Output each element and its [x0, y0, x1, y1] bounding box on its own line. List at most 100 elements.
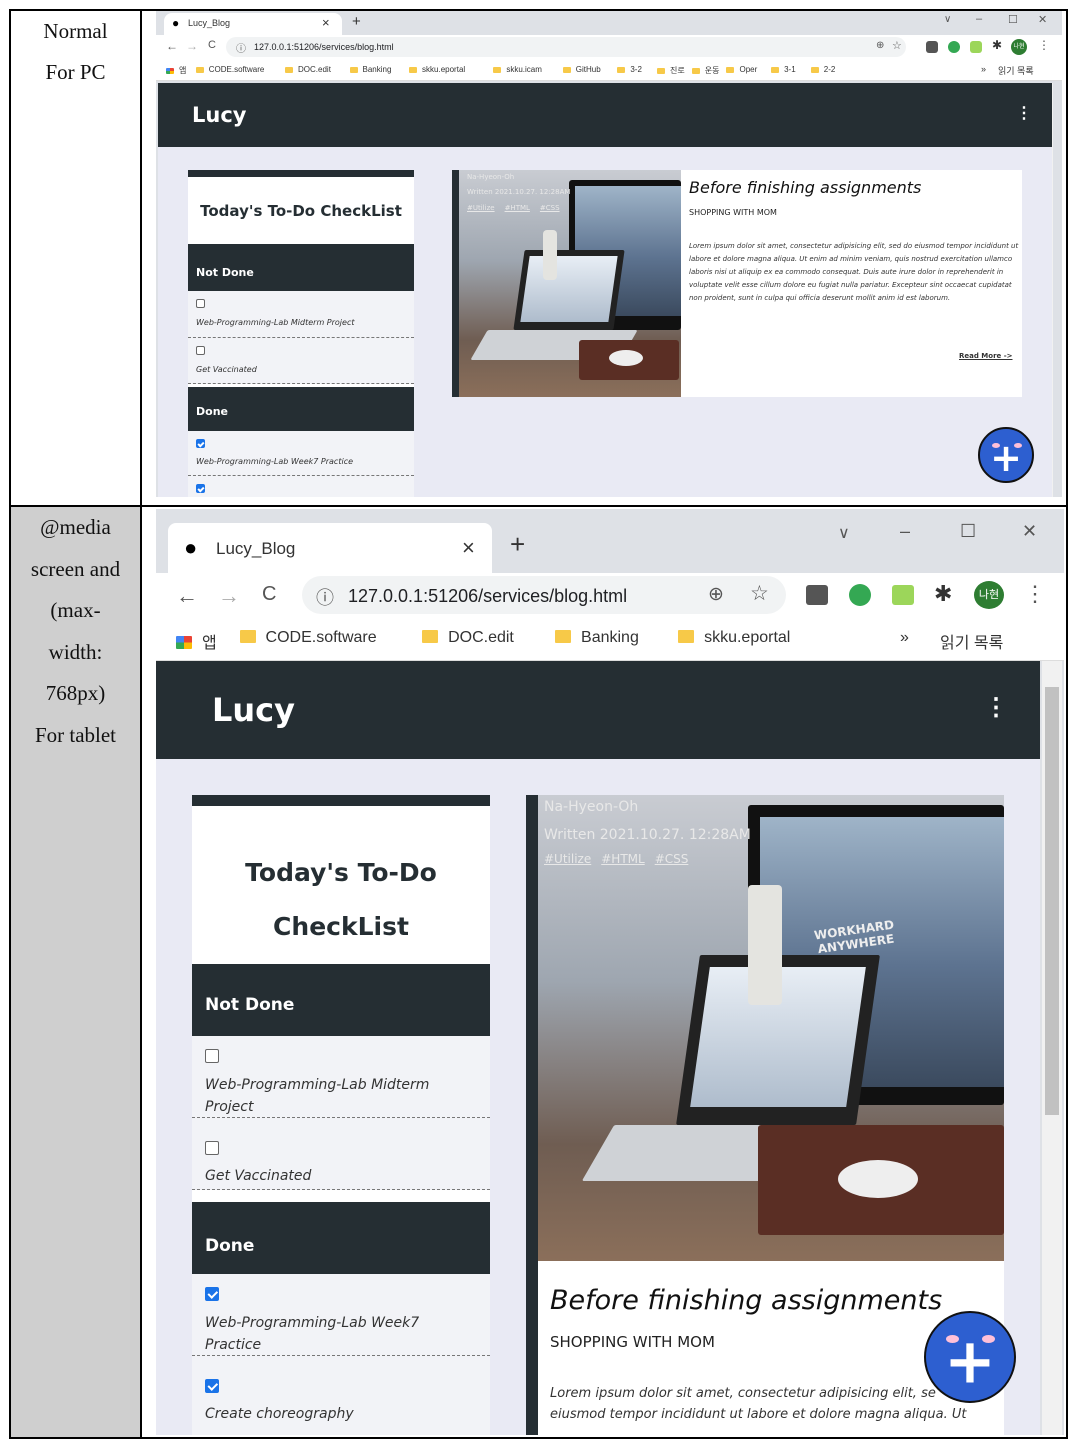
bookmark-item[interactable]: Banking	[349, 65, 391, 74]
bookmark-item[interactable]: Banking	[555, 629, 639, 647]
site-menu-icon[interactable]: ⋮	[1016, 103, 1032, 123]
star-icon[interactable]: ☆	[892, 39, 902, 52]
more-bookmarks-button[interactable]: »	[900, 629, 909, 647]
zoom-icon[interactable]: ⊕	[708, 583, 724, 606]
site-menu-icon[interactable]: ⋮	[984, 693, 1008, 722]
row-label-pc: Normal For PC	[9, 9, 142, 507]
bookmark-item[interactable]: 3-1	[771, 65, 796, 74]
tab-search-icon[interactable]: ∨	[838, 523, 850, 543]
minimize-button[interactable]: –	[976, 13, 982, 25]
omnibox[interactable]: ⓘ 127.0.0.1:51206/services/blog.html ⊕ ☆	[302, 576, 786, 614]
tag-link[interactable]: #Utilize	[544, 852, 591, 866]
bookmark-label: skku.eportal	[422, 65, 466, 74]
close-window-button[interactable]: ✕	[1022, 521, 1037, 542]
new-tab-button[interactable]: +	[510, 529, 525, 560]
bookmark-item[interactable]: CODE.software	[239, 629, 377, 647]
forward-icon[interactable]: →	[218, 583, 240, 609]
read-more-link[interactable]: Read More ->	[959, 352, 1013, 360]
tab-close-icon[interactable]: ×	[322, 15, 330, 30]
tag-link[interactable]: #HTML	[505, 204, 530, 212]
extensions-puzzle-icon[interactable]: ✱	[934, 581, 952, 607]
page-scrollbar[interactable]	[1052, 83, 1053, 497]
scrollbar-thumb[interactable]	[1045, 687, 1059, 1115]
close-window-button[interactable]: ✕	[1038, 13, 1047, 26]
todo-item-text: Get Vaccinated	[205, 1168, 312, 1184]
add-post-fab[interactable]: +	[924, 1311, 1016, 1403]
maximize-button[interactable]: ☐	[960, 521, 976, 542]
bookmark-item[interactable]: 3-2	[617, 65, 642, 74]
grammarly-icon[interactable]	[948, 41, 960, 53]
page-scrollbar[interactable]	[1042, 661, 1062, 1435]
comparison-table: Normal For PC @media screen and (max- wi…	[0, 0, 1076, 1439]
tab-search-icon[interactable]: ∨	[944, 14, 951, 25]
bookmark-item[interactable]: CODE.software	[195, 65, 264, 74]
zoom-icon[interactable]: ⊕	[876, 40, 884, 51]
bookmark-item[interactable]: skku.icam	[493, 65, 542, 74]
tag-link[interactable]: #HTML	[601, 852, 644, 866]
profile-avatar[interactable]: 나현	[1011, 39, 1027, 55]
browser-window-tablet: ● Lucy_Blog × + ∨ – ☐ ✕ ← → C ⓘ 127.0.0.…	[156, 509, 1064, 1435]
browser-tab[interactable]: ● Lucy_Blog ×	[168, 523, 492, 575]
browser-menu-icon[interactable]: ⋮	[1038, 38, 1050, 52]
star-icon[interactable]: ☆	[750, 581, 769, 606]
profile-avatar[interactable]: 나현	[974, 581, 1004, 609]
bookmark-label: 운동	[704, 66, 720, 75]
extension-green-icon[interactable]	[970, 41, 982, 53]
minimize-button[interactable]: –	[900, 521, 910, 542]
reading-list-button[interactable]: 읽기 목록	[940, 629, 1003, 653]
more-bookmarks-button[interactable]: »	[981, 64, 986, 74]
bookmark-item[interactable]: Oper	[726, 65, 757, 74]
bookmark-item[interactable]: 앱	[166, 65, 186, 76]
back-icon[interactable]: ←	[176, 583, 198, 609]
reload-icon[interactable]: C	[208, 39, 216, 51]
url-text: 127.0.0.1:51206/services/blog.html	[254, 42, 394, 52]
extension-green-icon[interactable]	[892, 585, 914, 605]
grammarly-icon[interactable]	[849, 584, 871, 606]
site-logo[interactable]: Lucy	[192, 103, 246, 127]
bookmark-item[interactable]: 2-2	[810, 65, 835, 74]
tag-link[interactable]: #CSS	[655, 852, 689, 866]
browser-tab[interactable]: ● Lucy_Blog ×	[164, 13, 342, 35]
bookmark-item[interactable]: DOC.edit	[285, 65, 331, 74]
bookmark-item[interactable]: skku.eportal	[678, 629, 790, 647]
site-info-icon[interactable]: ⓘ	[236, 40, 246, 55]
reading-list-button[interactable]: 읽기 목록	[998, 64, 1034, 77]
extension-i-icon[interactable]	[926, 41, 938, 53]
laptop-screen	[520, 256, 618, 322]
todo-checkbox[interactable]	[205, 1287, 219, 1301]
extension-i-icon[interactable]	[806, 585, 828, 605]
row-label-line: For tablet	[34, 722, 117, 747]
maximize-button[interactable]: ☐	[1008, 13, 1018, 26]
bookmark-item[interactable]: 진로	[657, 65, 685, 76]
add-post-fab[interactable]: +	[978, 427, 1034, 483]
bookmark-item[interactable]: 운동	[691, 65, 720, 76]
plus-icon: +	[944, 1324, 996, 1398]
omnibox[interactable]: ⓘ 127.0.0.1:51206/services/blog.html ⊕ ☆	[226, 37, 906, 57]
bookmark-item[interactable]: skku.eportal	[409, 65, 465, 74]
bookmark-label: skku.eportal	[704, 629, 791, 646]
bookmark-item[interactable]: GitHub	[562, 65, 601, 74]
bookmark-item[interactable]: 앱	[176, 629, 217, 653]
todo-checkbox[interactable]	[196, 346, 205, 355]
site-logo[interactable]: Lucy	[212, 691, 295, 729]
new-tab-button[interactable]: +	[352, 13, 361, 30]
reload-icon[interactable]: C	[262, 583, 276, 606]
tag-link[interactable]: #CSS	[540, 204, 560, 212]
extensions-puzzle-icon[interactable]: ✱	[992, 38, 1002, 52]
todo-checkbox[interactable]	[196, 439, 205, 448]
todo-checkbox[interactable]	[205, 1141, 219, 1155]
site-info-icon[interactable]: ⓘ	[316, 584, 334, 610]
todo-checkbox[interactable]	[205, 1049, 219, 1063]
todo-checkbox[interactable]	[196, 299, 205, 308]
todo-checkbox[interactable]	[205, 1379, 219, 1393]
browser-menu-icon[interactable]: ⋮	[1024, 581, 1046, 607]
tag-link[interactable]: #Utilize	[467, 204, 495, 212]
todo-title: Today's To-Do CheckList	[200, 202, 402, 220]
back-icon[interactable]: ←	[166, 39, 178, 53]
forward-icon[interactable]: →	[186, 39, 198, 53]
tab-close-icon[interactable]: ×	[462, 535, 475, 561]
bookmark-item[interactable]: DOC.edit	[422, 629, 514, 647]
todo-item-text: Get Vaccinated	[196, 365, 257, 374]
todo-item: Web-Programming-Lab Week7 Practice	[192, 1274, 490, 1356]
todo-checkbox[interactable]	[196, 484, 205, 493]
